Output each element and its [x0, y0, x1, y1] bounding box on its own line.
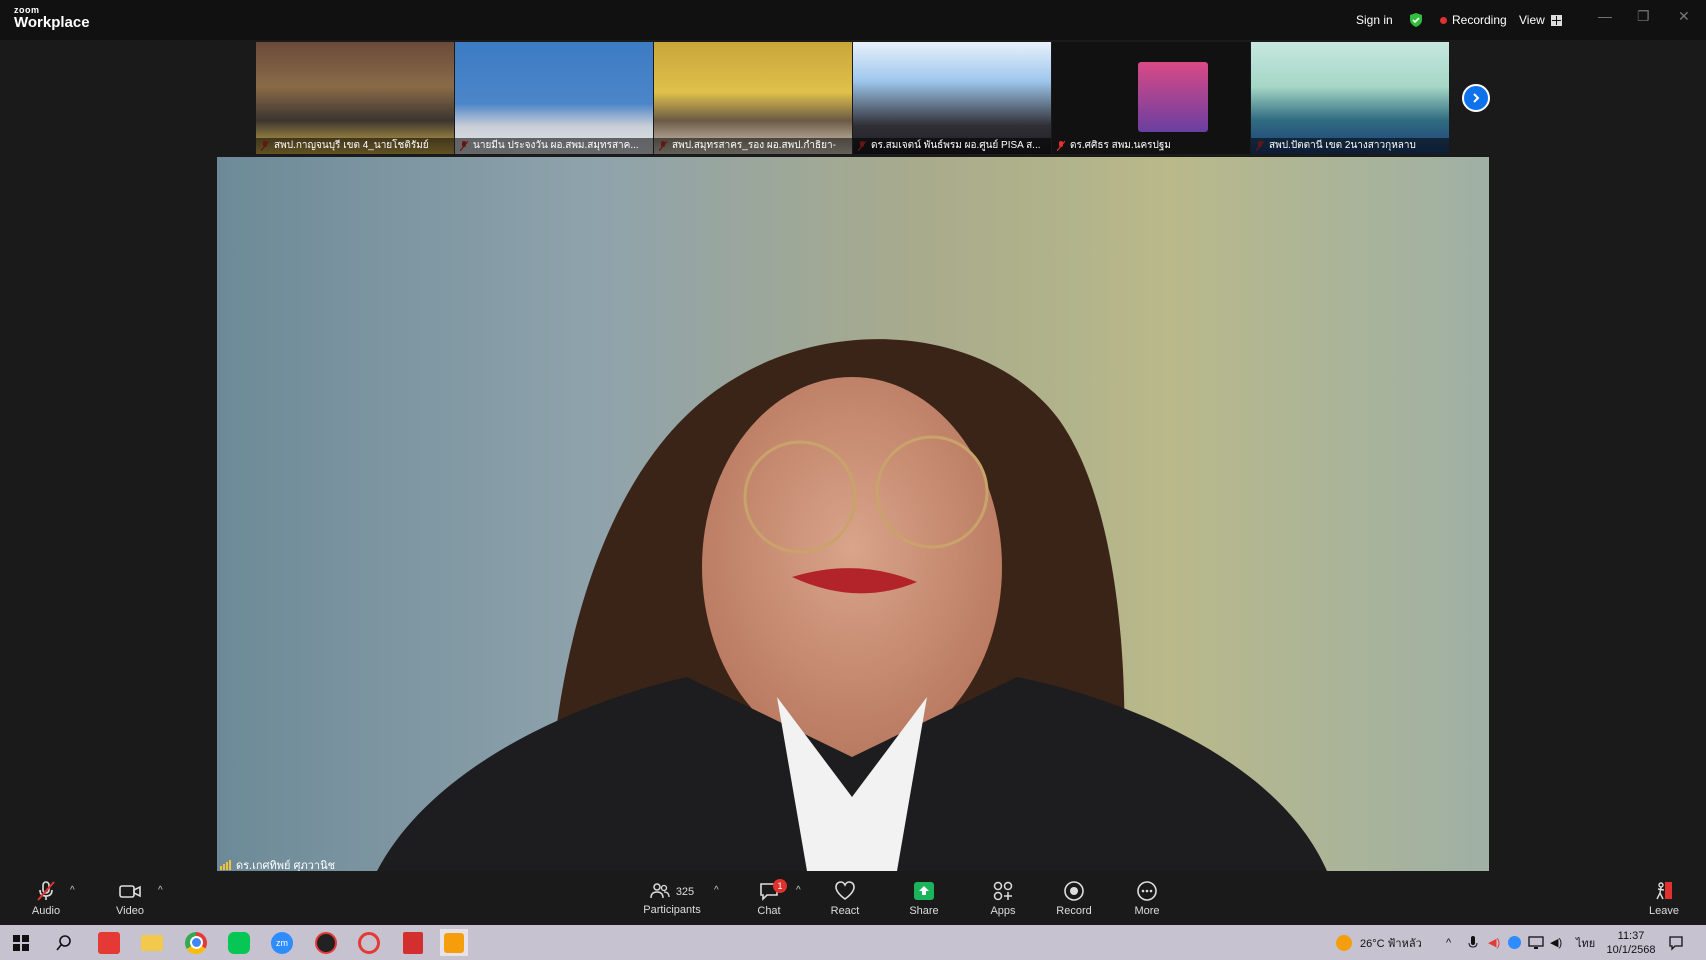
chat-unread-badge: 1 [773, 879, 787, 893]
participants-count: 325 [675, 886, 695, 898]
participant-name: ดร.สมเจตน์ พันธ์พรม ผอ.ศูนย์ PISA ส... [853, 138, 1051, 154]
muted-mic-icon [37, 880, 55, 901]
weather-text: 26°C ฟ้าหลัว [1360, 937, 1422, 950]
security-shield-icon[interactable] [1408, 0, 1424, 40]
leave-label: Leave [1649, 904, 1679, 917]
more-label: More [1134, 904, 1160, 917]
zoom-app-icon[interactable]: zm [268, 929, 296, 956]
record-icon [1064, 880, 1084, 901]
audio-label: Audio [31, 904, 61, 917]
active-app-icon[interactable] [440, 929, 468, 956]
maximize-icon[interactable]: ❐ [1637, 8, 1650, 25]
title-bar: zoom Workplace Sign in Recording View — … [0, 0, 1706, 40]
participant-tile[interactable]: ดร.สมเจตน์ พันธ์พรม ผอ.ศูนย์ PISA ส... [853, 42, 1051, 154]
recording-label: Recording [1452, 13, 1507, 27]
apps-icon [993, 881, 1013, 900]
tray-zoom-icon[interactable] [1508, 925, 1521, 960]
acrobat-icon[interactable] [399, 929, 427, 956]
recording-indicator[interactable]: Recording [1440, 0, 1507, 40]
tray-mic-icon[interactable] [1468, 925, 1478, 960]
speaker-figure [377, 339, 1327, 871]
app-icon[interactable] [355, 929, 383, 956]
volume-icon[interactable]: ◀) [1550, 925, 1562, 960]
participants-options-caret-icon[interactable]: ^ [714, 885, 719, 896]
view-button[interactable]: View [1519, 0, 1562, 40]
notification-center-icon[interactable] [1668, 925, 1684, 960]
tray-chevron-up-icon[interactable]: ^ [1446, 925, 1451, 960]
more-button[interactable]: More [1130, 871, 1164, 925]
audio-options-caret-icon[interactable]: ^ [70, 885, 75, 896]
next-page-button[interactable] [1462, 84, 1490, 112]
leave-icon [1656, 881, 1672, 899]
network-icon[interactable] [1528, 925, 1544, 960]
signal-icon [220, 860, 231, 870]
minimize-icon[interactable]: — [1598, 8, 1612, 24]
video-label: Video [116, 904, 144, 917]
grid-icon [1550, 14, 1562, 26]
heart-icon [835, 880, 855, 900]
leave-button[interactable]: Leave [1648, 871, 1680, 925]
audio-button[interactable]: Audio [28, 871, 64, 925]
app-logo: zoom Workplace [14, 6, 90, 31]
meeting-toolbar: Audio ^ Video ^ 325 Participants ^ Chat … [0, 871, 1706, 925]
windows-start-icon[interactable] [7, 929, 35, 956]
participant-tile[interactable]: สพป.สมุทรสาคร_รอง ผอ.สพป.กำธิยา- [654, 42, 852, 154]
participants-button[interactable]: 325 Participants [640, 871, 704, 925]
clock-time: 11:37 [1617, 929, 1645, 942]
participant-avatar [1138, 62, 1208, 132]
more-icon [1137, 880, 1157, 901]
search-icon[interactable] [50, 929, 78, 956]
chevron-right-icon [1473, 93, 1480, 103]
participant-tile[interactable]: สพป.ปัตตานี เขต 2นางสาวกุหลาบ [1251, 42, 1449, 154]
sign-in-link[interactable]: Sign in [1356, 0, 1393, 40]
apps-label: Apps [990, 904, 1016, 917]
participant-name: สพป.ปัตตานี เขต 2นางสาวกุหลาบ [1251, 138, 1449, 154]
participants-icon [650, 882, 670, 898]
participant-name: สพป.กาญจนบุรี เขต 4_นายโชติรัมย์ [256, 138, 454, 154]
video-options-caret-icon[interactable]: ^ [158, 885, 163, 896]
share-label: Share [909, 904, 939, 917]
record-button[interactable]: Record [1056, 871, 1092, 925]
line-app-icon[interactable] [225, 929, 253, 956]
windows-taskbar: zm 26°C ฟ้าหลัว ^ ◀) ◀) ไทย 11:37 10/1/2… [0, 925, 1706, 960]
file-explorer-icon[interactable] [138, 929, 166, 956]
record-label: Record [1056, 904, 1092, 917]
participant-tile[interactable]: สพป.กาญจนบุรี เขต 4_นายโชติรัมย์ [256, 42, 454, 154]
close-icon[interactable]: ✕ [1678, 8, 1690, 25]
tray-speaker-red-icon[interactable]: ◀) [1488, 925, 1500, 960]
camera-icon [119, 884, 141, 898]
participant-name: ดร.ศศิธร สพม.นครปฐม [1070, 140, 1172, 151]
brand-big: Workplace [14, 14, 90, 31]
wps-office-icon[interactable] [95, 929, 123, 956]
participant-name: นายมีน ประจงวัน ผอ.สพม.สมุทรสาค... [455, 138, 653, 154]
weather-sun-icon [1336, 934, 1352, 951]
share-button[interactable]: Share [907, 871, 941, 925]
participant-tile[interactable]: ดร.ศศิธร สพม.นครปฐม [1052, 42, 1250, 154]
clock[interactable]: 11:37 10/1/2568 [1606, 925, 1656, 960]
chat-label: Chat [757, 904, 781, 917]
participant-tile[interactable]: นายมีน ประจงวัน ผอ.สพม.สมุทรสาค... [455, 42, 653, 154]
view-label: View [1519, 13, 1545, 27]
apps-button[interactable]: Apps [986, 871, 1020, 925]
input-language[interactable]: ไทย [1576, 925, 1595, 960]
main-speaker-video [217, 157, 1489, 871]
video-button[interactable]: Video [112, 871, 148, 925]
participant-name: สพป.สมุทรสาคร_รอง ผอ.สพป.กำธิยา- [654, 138, 852, 154]
chat-options-caret-icon[interactable]: ^ [796, 885, 801, 896]
participants-icon-row: 325 [650, 881, 694, 904]
share-screen-icon [914, 881, 934, 900]
weather-widget[interactable]: 26°C ฟ้าหลัว [1336, 925, 1422, 960]
participants-label: Participants [643, 903, 701, 916]
chrome-icon[interactable] [182, 929, 210, 956]
clock-date: 10/1/2568 [1606, 943, 1656, 956]
react-button[interactable]: React [828, 871, 862, 925]
react-label: React [830, 904, 860, 917]
app-icon[interactable] [312, 929, 340, 956]
gallery-strip: สพป.กาญจนบุรี เขต 4_นายโชติรัมย์ นายมีน … [256, 42, 1449, 154]
recording-dot-icon [1440, 16, 1447, 24]
